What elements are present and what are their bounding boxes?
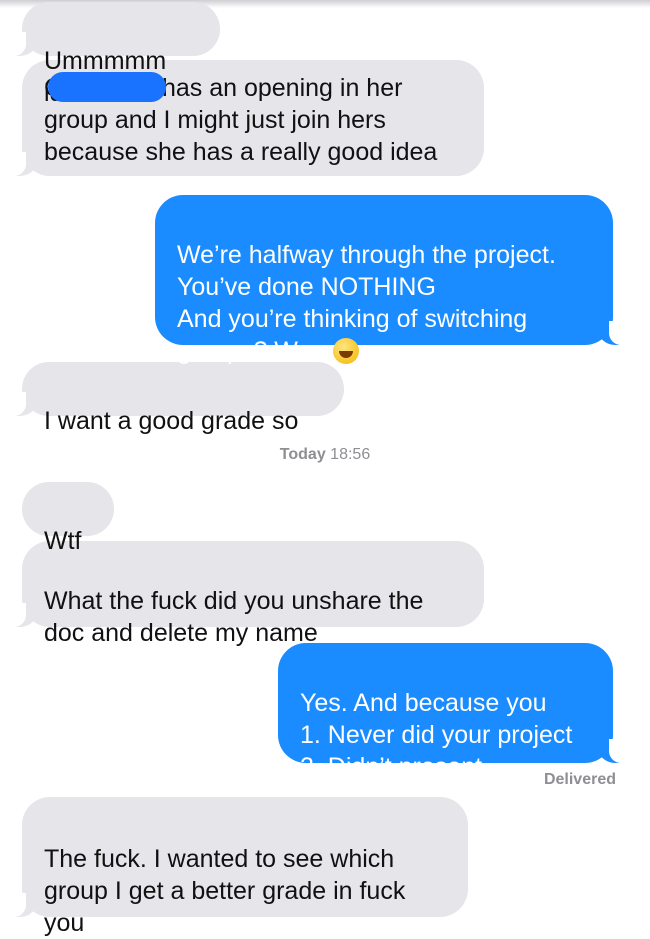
incoming-message[interactable]: Ummmmm idk: [8, 2, 220, 107]
message-thread: Ummmmm idk Cuhas an opening in her group…: [0, 0, 650, 937]
message-text: Wtf: [44, 527, 82, 555]
message-text: Cuhas an opening in her group and I migh…: [44, 72, 437, 166]
delivered-status: Delivered: [543, 771, 616, 788]
laughing-emoji-icon: [333, 338, 360, 364]
message-text: We’re halfway through the project. You’v…: [177, 241, 556, 365]
incoming-message[interactable]: I want a good grade so: [8, 362, 344, 435]
timestamp-day: Today: [279, 446, 326, 463]
message-text: What the fuck did you unshare the doc an…: [44, 587, 424, 647]
message-text: Yes. And because you 1. Never did your p…: [300, 689, 573, 781]
incoming-message[interactable]: The fuck. I wanted to see which group I …: [8, 797, 468, 937]
conversation-timestamp: Today 18:56: [0, 446, 650, 464]
outgoing-message[interactable]: Yes. And because you 1. Never did your p…: [278, 643, 627, 781]
message-body: We’re halfway through the project. You’v…: [177, 241, 556, 365]
message-text: I want a good grade so: [44, 407, 299, 435]
redaction-mark: [47, 72, 166, 102]
incoming-message[interactable]: Cuhas an opening in her group and I migh…: [8, 60, 484, 176]
incoming-message[interactable]: Wtf: [22, 482, 114, 555]
outgoing-message[interactable]: We’re halfway through the project. You’v…: [155, 195, 627, 365]
timestamp-time: 18:56: [330, 446, 371, 463]
message-text: The fuck. I wanted to see which group I …: [44, 845, 406, 937]
incoming-message[interactable]: What the fuck did you unshare the doc an…: [8, 541, 484, 647]
